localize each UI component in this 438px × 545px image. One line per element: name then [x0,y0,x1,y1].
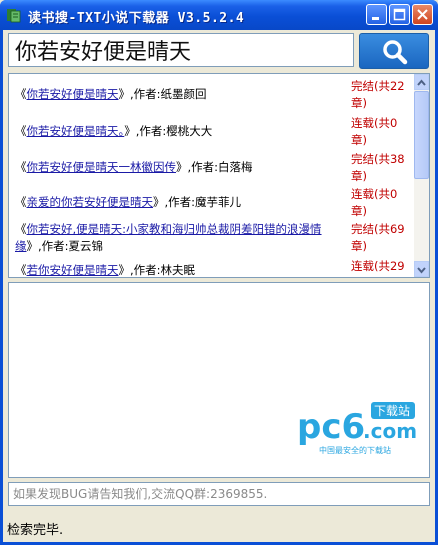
svg-text:中国最安全的下载站: 中国最安全的下载站 [319,445,391,455]
svg-text:pc6: pc6 [297,407,365,447]
results-list[interactable]: 《你若安好便是晴天》,作者:纸墨颜回 完结(共22 章) 《你若安好便是晴天。》… [8,73,430,278]
status-line: 完结(共69 [351,222,405,236]
client-area: 《你若安好便是晴天》,作者:纸墨颜回 完结(共22 章) 《你若安好便是晴天。》… [3,30,435,542]
status-line: 连载(共0 [351,116,398,130]
result-title-link[interactable]: 你若安好便是晴天。 [27,124,125,138]
search-input[interactable] [15,37,345,63]
results-scrollbar[interactable] [414,74,429,277]
author-text: 》,作者:林夫眠 [118,263,196,277]
title-bar[interactable]: 读书搜-TXT小说下载器 V3.5.2.4 [0,0,438,30]
author-text: 》,作者:魔芋菲儿 [153,195,242,209]
result-text: 《亲爱的你若安好便是晴天》,作者:魔芋菲儿 [15,194,345,211]
status-text: 连载(共29 [351,258,409,275]
bracket-open: 《 [15,124,27,138]
chevron-up-icon [417,79,426,86]
search-box[interactable] [8,33,354,67]
bracket-open: 《 [15,222,27,236]
status-line: 章) [351,96,367,110]
status-text: 完结(共38 章) [351,151,409,185]
status-line: 连载(共0 [351,187,398,201]
bracket-open: 《 [15,87,27,101]
scroll-down-button[interactable] [414,261,429,277]
status-line: 章) [351,204,367,218]
search-icon [383,40,408,65]
status-line: 完结(共22 [351,79,405,93]
app-icon [7,9,21,23]
minimize-icon [372,17,379,20]
result-title-link[interactable]: 你若安好便是晴天 [27,87,119,101]
status-text: 完结(共22 章) [351,78,409,112]
bracket-open: 《 [15,195,27,209]
result-text: 《你若安好便是晴天。》,作者:樱桃大大 [15,123,345,140]
svg-text:下载站: 下载站 [374,404,410,418]
minimize-button[interactable] [366,4,387,25]
app-window: 读书搜-TXT小说下载器 V3.5.2.4 《你若安好便是晴天》,作者:纸墨颜回 [0,0,438,545]
scroll-thumb[interactable] [414,91,429,179]
status-line: 章) [351,239,367,253]
author-text: 》,作者:夏云锦 [26,239,104,253]
author-text: 》,作者:纸墨颜回 [118,87,207,101]
result-text: 《你若安好便是晴天》,作者:纸墨颜回 [15,86,345,103]
status-text: 连载(共0 章) [351,115,409,149]
bracket-open: 《 [15,263,27,277]
log-area[interactable]: pc6 .com 下载站 中国最安全的下载站 [8,282,430,478]
window-title: 读书搜-TXT小说下载器 V3.5.2.4 [28,11,245,26]
close-button[interactable] [412,4,433,25]
status-line: 章) [351,133,367,147]
status-line: 连载(共29 [351,259,405,273]
status-text: 连载(共0 章) [351,186,409,220]
status-line: 章) [351,169,367,183]
chevron-down-icon [417,267,426,274]
result-title-link[interactable]: 你若安好便是晴天一林徽因传 [27,160,177,174]
bracket-open: 《 [15,160,27,174]
result-title-link[interactable]: 亲爱的你若安好便是晴天 [27,195,154,209]
status-line: 完结(共38 [351,152,405,166]
result-text: 《你若安好,便是晴天:小家教和海归帅总裁阴差阳错的浪漫情缘》,作者:夏云锦 [15,221,345,255]
maximize-button[interactable] [389,4,410,25]
author-text: 》,作者:樱桃大大 [124,124,213,138]
scroll-up-button[interactable] [414,74,429,90]
notice-field[interactable]: 如果发现BUG请告知我们,交流QQ群:2369855. [8,482,430,506]
status-label: 检索完毕. [7,523,64,538]
svg-text:.com: .com [363,419,417,443]
close-icon [417,9,428,20]
author-text: 》,作者:白落梅 [176,160,253,174]
result-text: 《你若安好便是晴天一林徽因传》,作者:白落梅 [15,159,345,176]
pc6-logo: pc6 .com 下载站 中国最安全的下载站 [297,402,417,455]
result-text: 《若你安好便是晴天》,作者:林夫眠 [15,262,345,277]
maximize-icon [393,8,406,21]
status-text: 完结(共69 章) [351,221,409,255]
search-button[interactable] [359,33,429,69]
result-title-link[interactable]: 若你安好便是晴天 [27,263,119,277]
